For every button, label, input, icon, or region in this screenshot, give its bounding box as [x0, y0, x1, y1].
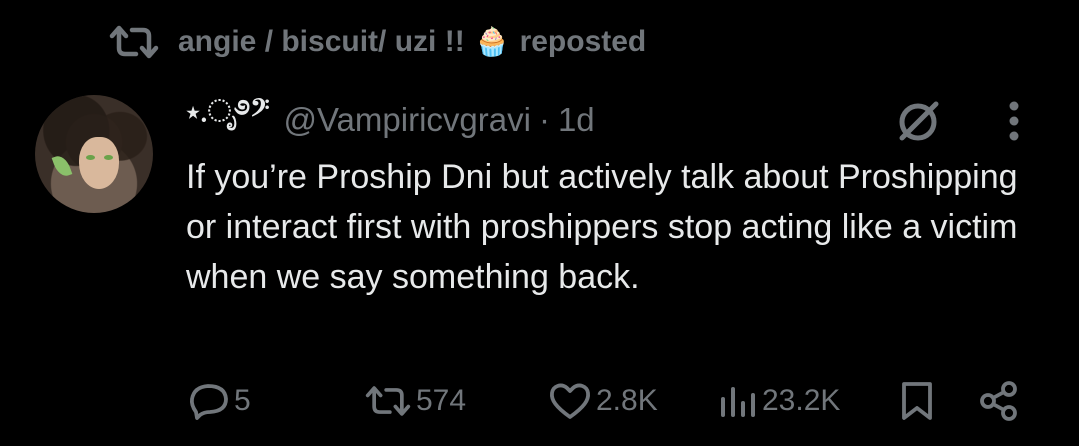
timestamp[interactable]: 1d — [558, 101, 595, 139]
separator: · — [538, 101, 550, 138]
cupcake-emoji: 🧁 — [474, 26, 510, 57]
bookmark-icon — [902, 382, 932, 420]
repost-count: 574 — [416, 384, 467, 417]
views-icon — [721, 387, 755, 417]
view-count: 23.2K — [762, 384, 841, 417]
reply-icon — [189, 384, 228, 420]
handle[interactable]: @Vampiricvgravi — [284, 101, 531, 139]
reposter-name[interactable]: angie / biscuit/ uzi !! — [178, 25, 465, 59]
top-icons — [894, 96, 1020, 146]
grok-icon[interactable] — [894, 96, 944, 146]
share-button[interactable] — [978, 380, 1020, 422]
post-header: ⋆.ೃ࿔𝄢 @Vampiricvgravi · 1d — [186, 95, 595, 142]
post-text: If you’re Proship Dni but actively talk … — [186, 158, 1018, 296]
reply-button[interactable]: 5 — [188, 381, 251, 421]
like-button[interactable]: 2.8K — [548, 381, 658, 421]
reposted-label: reposted — [519, 25, 647, 58]
like-count: 2.8K — [596, 384, 658, 417]
heart-icon — [550, 383, 590, 419]
action-bar: 5 574 2.8K 23.2K — [188, 378, 1028, 424]
share-icon — [980, 381, 1017, 421]
repost-icon — [109, 25, 159, 59]
repost-button[interactable]: 574 — [364, 384, 466, 418]
bookmark-button[interactable] — [900, 380, 934, 422]
views-button[interactable]: 23.2K — [718, 383, 840, 419]
display-name[interactable]: ⋆.ೃ࿔𝄢 — [186, 78, 270, 162]
more-options-icon[interactable] — [1008, 100, 1020, 142]
repost-icon — [365, 386, 411, 416]
avatar[interactable] — [35, 95, 153, 213]
repost-context[interactable]: angie / biscuit/ uzi !! 🧁 reposted — [108, 22, 646, 62]
reply-count: 5 — [234, 384, 251, 417]
